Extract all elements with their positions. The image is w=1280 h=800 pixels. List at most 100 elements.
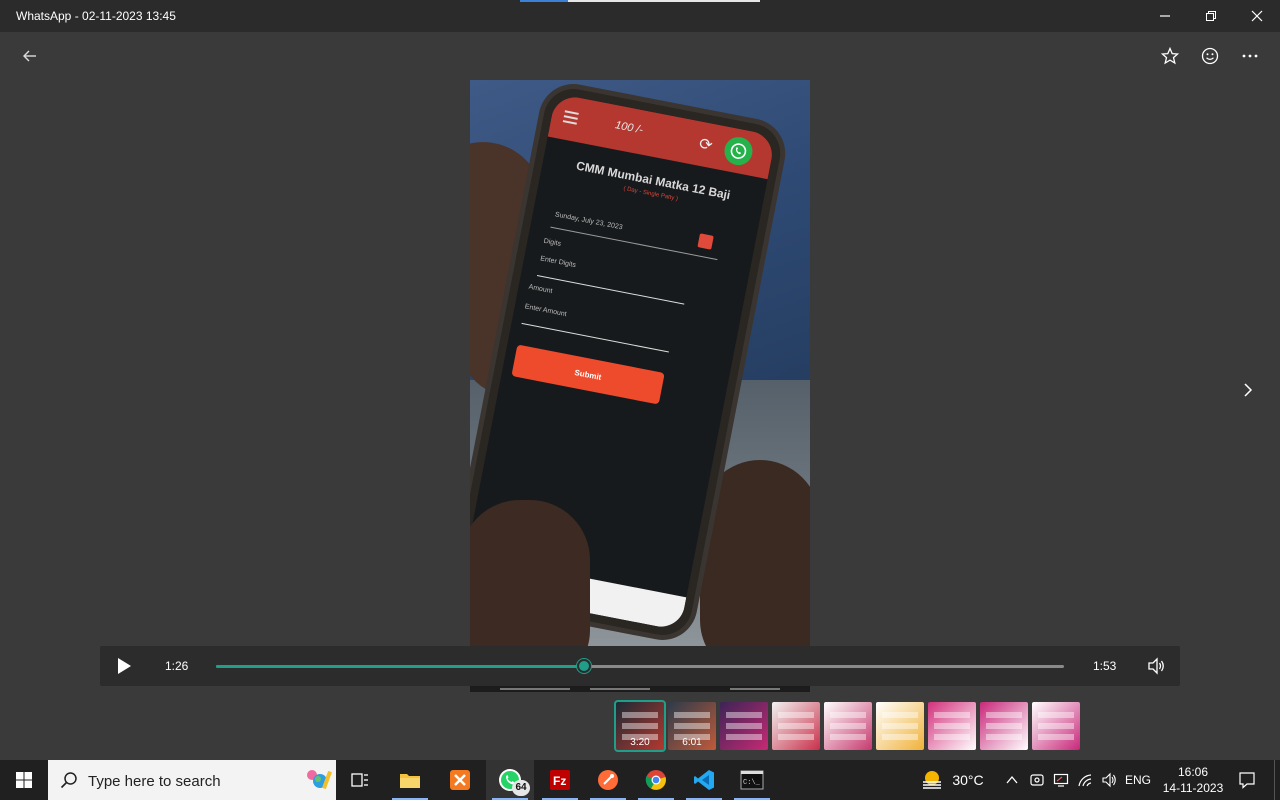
digits-placeholder: Enter Digits: [539, 255, 577, 270]
filezilla-icon: Fz: [550, 770, 570, 790]
postman-icon: [598, 770, 618, 790]
video-bottom-strip: [470, 686, 810, 692]
video-frame[interactable]: 100 /- ⟳ CMM Mumbai Matka 12 Baji ( Day …: [470, 80, 810, 692]
display-button[interactable]: [1050, 760, 1072, 800]
restore-button[interactable]: [1188, 0, 1234, 32]
seek-progress: [216, 665, 585, 668]
date-field: Sunday, July 23, 2023: [554, 211, 624, 232]
taskbar-xampp[interactable]: [436, 760, 484, 800]
seek-bar[interactable]: [216, 659, 1064, 673]
clock[interactable]: 16:06 14-11-2023: [1158, 760, 1228, 800]
taskbar-filezilla[interactable]: Fz: [536, 760, 584, 800]
task-view-icon: [351, 773, 368, 787]
volume-tray-button[interactable]: [1098, 760, 1120, 800]
media-thumbnail[interactable]: [980, 702, 1028, 750]
media-thumbnail[interactable]: [876, 702, 924, 750]
close-icon: [1251, 10, 1263, 22]
speaker-icon: [1102, 772, 1116, 788]
media-thumbnail[interactable]: [928, 702, 976, 750]
sun-haze-icon: [923, 771, 942, 789]
taskbar-file-explorer[interactable]: [386, 760, 434, 800]
taskbar-search[interactable]: Type here to search: [48, 760, 336, 800]
svg-text:C:\_: C:\_: [743, 779, 761, 787]
favorite-button[interactable]: [1154, 40, 1186, 72]
taskbar-chrome[interactable]: [632, 760, 680, 800]
media-thumbnail[interactable]: 6:01: [668, 702, 716, 750]
media-thumbnail[interactable]: [824, 702, 872, 750]
network-button[interactable]: [1074, 760, 1096, 800]
volume-icon: [1148, 657, 1164, 675]
wallet-balance: 100 /-: [614, 119, 644, 137]
back-button[interactable]: [14, 40, 46, 72]
notifications-button[interactable]: [1232, 760, 1262, 800]
whatsapp-icon: [722, 134, 755, 168]
close-button[interactable]: [1234, 0, 1280, 32]
media-thumbnail[interactable]: 3:20: [614, 700, 666, 752]
duration: 1:53: [1093, 659, 1117, 673]
smiley-icon: [1201, 47, 1219, 65]
clock-date: 14-11-2023: [1162, 781, 1224, 795]
temperature: 30°C: [952, 772, 984, 788]
restore-icon: [1206, 11, 1216, 21]
clock-time: 16:06: [1177, 765, 1209, 779]
camera-icon: [1030, 774, 1044, 786]
media-thumbnail[interactable]: [1032, 702, 1080, 750]
react-button[interactable]: [1194, 40, 1226, 72]
volume-button[interactable]: [1146, 656, 1166, 676]
digits-label: Digits: [543, 237, 562, 248]
media-thumbnail[interactable]: [772, 702, 820, 750]
submit-button: Submit: [511, 344, 665, 405]
media-thumbnail-strip: 3:20 6:01: [614, 700, 1080, 752]
back-arrow-icon: [23, 50, 36, 62]
wifi-icon: [1078, 774, 1092, 787]
chevron-up-icon: [1006, 775, 1018, 784]
current-time: 1:26: [165, 659, 189, 673]
language-indicator[interactable]: ENG: [1122, 760, 1154, 800]
folder-icon: [400, 774, 420, 788]
start-button[interactable]: [0, 760, 48, 800]
windows-icon: [16, 772, 32, 788]
thumbnail-duration: 3:20: [630, 737, 650, 748]
show-hidden-icons-button[interactable]: [1002, 760, 1022, 800]
seek-handle[interactable]: [577, 659, 592, 673]
taskbar-terminal[interactable]: C:\_: [728, 760, 776, 800]
refresh-icon: ⟳: [697, 135, 714, 155]
weather-widget[interactable]: 30°C: [916, 760, 988, 800]
chevron-right-icon: [1244, 383, 1253, 397]
search-highlight-icon: [307, 770, 332, 790]
taskbar-whatsapp[interactable]: 64: [486, 760, 534, 800]
terminal-icon: C:\_: [740, 770, 764, 790]
meet-now-button[interactable]: [1026, 760, 1048, 800]
amount-placeholder: Enter Amount: [524, 303, 568, 319]
title-bar: WhatsApp - 02-11-2023 13:45: [0, 0, 1280, 32]
display-icon: [1053, 773, 1069, 787]
amount-label: Amount: [527, 283, 554, 296]
play-icon: [118, 658, 131, 674]
thumbnail-duration: 6:01: [682, 737, 702, 748]
language-label: ENG: [1124, 773, 1151, 787]
minimize-button[interactable]: [1142, 0, 1188, 32]
player-controls: 1:26 1:53: [100, 646, 1180, 686]
taskbar: Type here to search 64 Fz C:\_ 30°C ENG …: [0, 760, 1280, 800]
next-media-button[interactable]: [1232, 374, 1264, 406]
search-placeholder: Type here to search: [88, 773, 221, 790]
window-title: WhatsApp - 02-11-2023 13:45: [16, 9, 176, 23]
calendar-icon: [697, 233, 714, 250]
search-icon: [60, 772, 77, 789]
minimize-icon: [1160, 15, 1170, 17]
media-thumbnail[interactable]: [720, 702, 768, 750]
more-dots-icon: [1242, 54, 1258, 58]
show-desktop-button[interactable]: [1274, 760, 1280, 800]
chrome-icon: [645, 770, 666, 790]
vscode-icon: [694, 770, 714, 790]
notification-icon: [1239, 772, 1255, 789]
svg-text:Fz: Fz: [553, 774, 566, 788]
menu-icon: [562, 110, 579, 125]
play-button[interactable]: [114, 656, 134, 676]
taskbar-vscode[interactable]: [680, 760, 728, 800]
task-view-button[interactable]: [336, 760, 384, 800]
more-options-button[interactable]: [1234, 40, 1266, 72]
loading-bar: [520, 0, 760, 2]
notification-badge: 64: [512, 780, 530, 796]
taskbar-postman[interactable]: [584, 760, 632, 800]
